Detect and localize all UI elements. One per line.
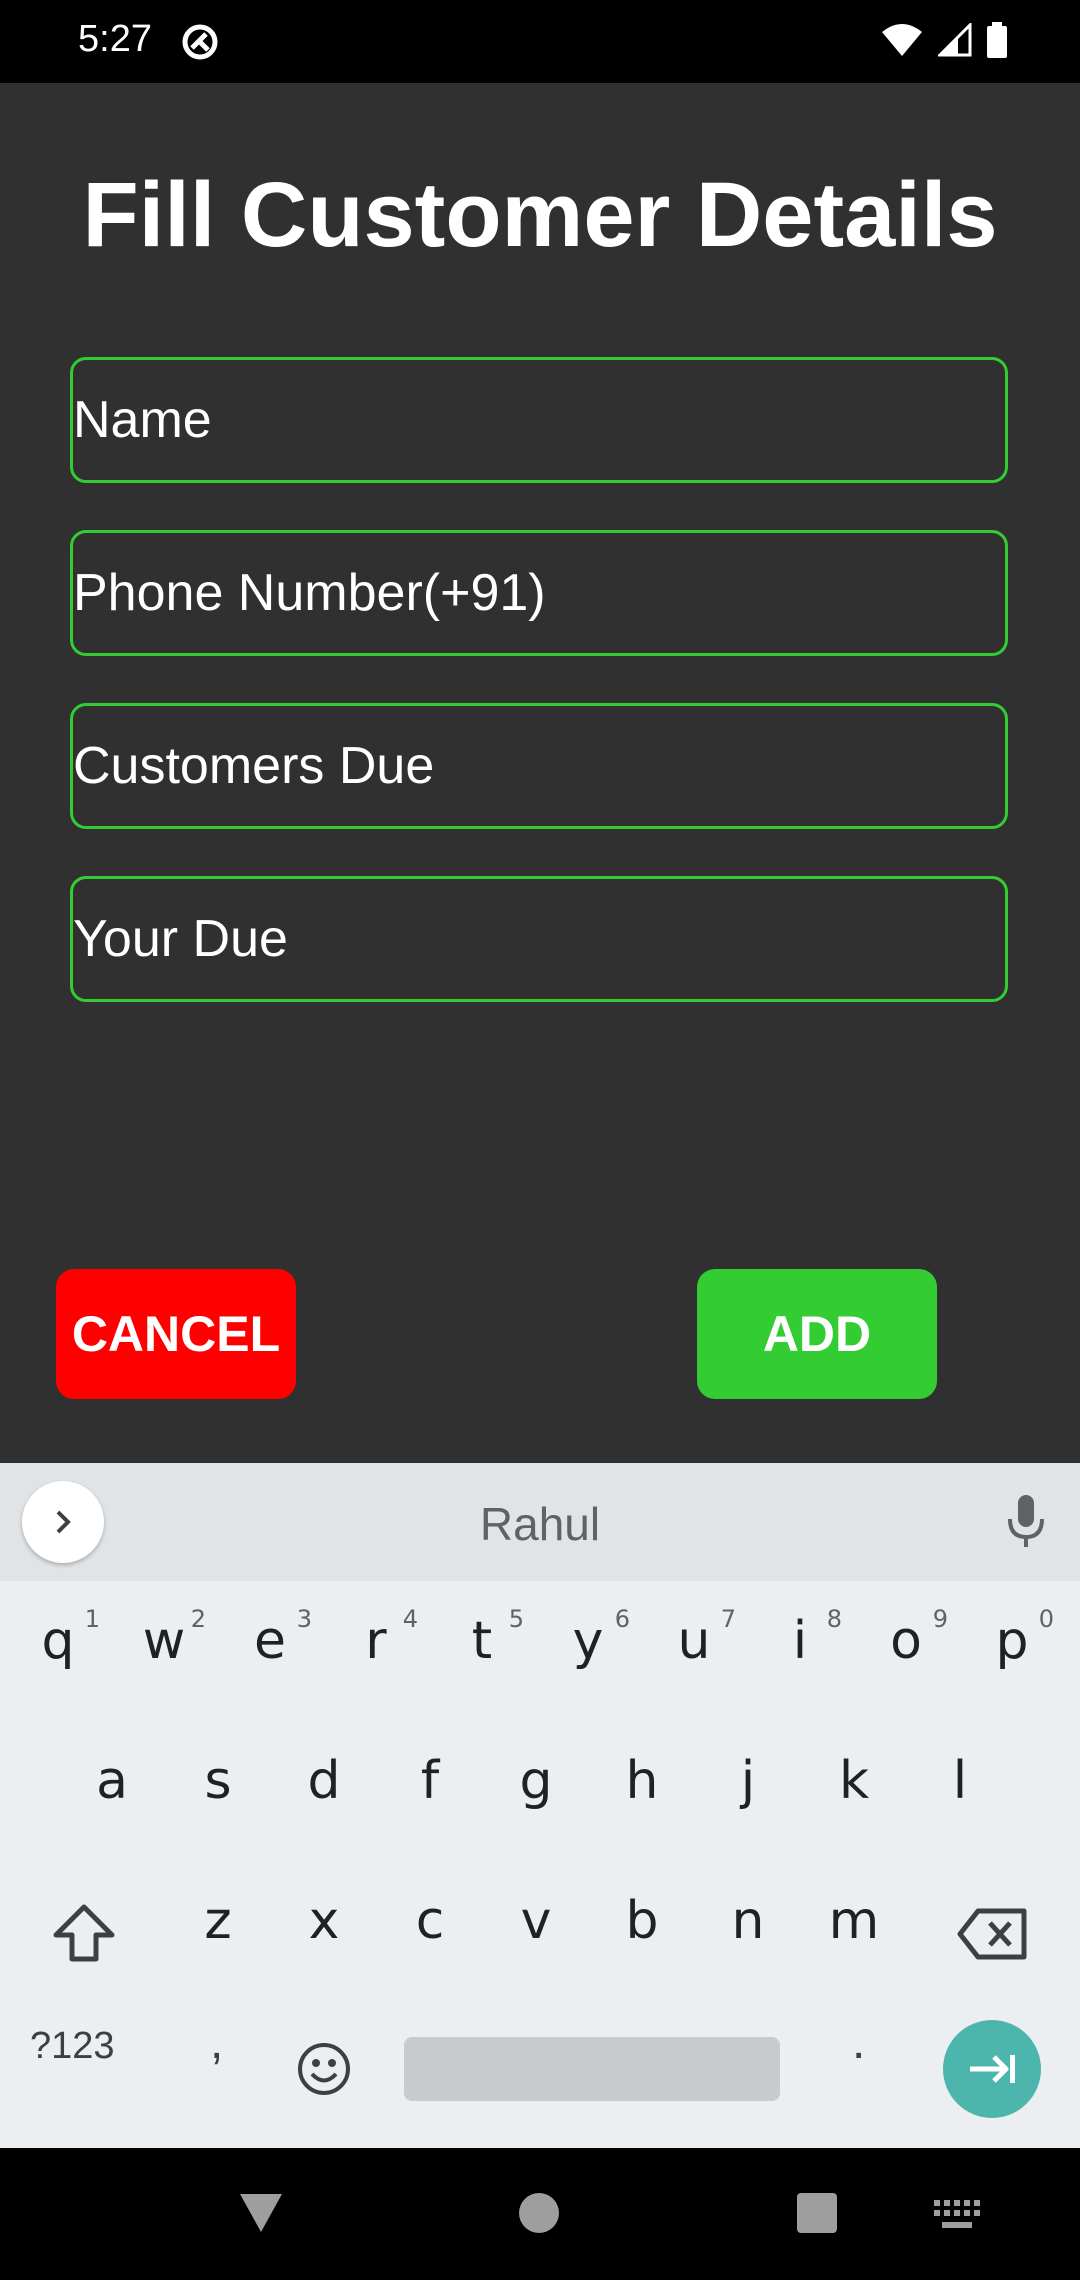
- key-s[interactable]: s: [168, 1721, 268, 1841]
- key-e[interactable]: e3: [220, 1581, 320, 1701]
- your-due-field[interactable]: Your Due: [70, 876, 1008, 1002]
- key-n[interactable]: n: [698, 1861, 798, 1981]
- enter-tab-icon: [970, 2055, 1015, 2083]
- key-b[interactable]: b: [592, 1861, 692, 1981]
- add-button[interactable]: ADD: [697, 1269, 937, 1399]
- word-suggestion[interactable]: Rahul: [0, 1497, 1080, 1551]
- app-notification-icon: [182, 24, 218, 60]
- page-title: Fill Customer Details: [82, 164, 998, 266]
- key-t[interactable]: t5: [432, 1581, 532, 1701]
- key-a[interactable]: a: [62, 1721, 162, 1841]
- key-i[interactable]: i8: [750, 1581, 850, 1701]
- soft-keyboard: Rahul q1 w2 e3 r4 t5 y6 u7 i8 o9 p0 a s …: [0, 1463, 1080, 2148]
- key-g[interactable]: g: [486, 1721, 586, 1841]
- cancel-button[interactable]: CANCEL: [56, 1269, 296, 1399]
- emoji-icon[interactable]: [296, 2041, 352, 2097]
- phone-number-field[interactable]: Phone Number(+91): [70, 530, 1008, 656]
- key-o[interactable]: o9: [856, 1581, 956, 1701]
- key-d[interactable]: d: [274, 1721, 374, 1841]
- key-r[interactable]: r4: [326, 1581, 426, 1701]
- space-bar[interactable]: [404, 2037, 780, 2101]
- shift-icon[interactable]: [52, 1903, 116, 1963]
- customer-form-screen: Fill Customer Details Name Phone Number(…: [0, 83, 1080, 1463]
- key-q[interactable]: q1: [8, 1581, 108, 1701]
- key-j[interactable]: j: [698, 1721, 798, 1841]
- phone-field-placeholder: Phone Number(+91): [73, 564, 546, 622]
- key-p[interactable]: p0: [962, 1581, 1062, 1701]
- key-w[interactable]: w2: [114, 1581, 214, 1701]
- symbols-key[interactable]: ?123: [30, 2025, 115, 2068]
- key-l[interactable]: l: [910, 1721, 1010, 1841]
- name-field[interactable]: Name: [70, 357, 1008, 483]
- comma-key[interactable]: ,: [210, 2015, 223, 2070]
- keyboard-switch-icon[interactable]: [934, 2200, 980, 2230]
- signal-icon: [938, 23, 972, 57]
- customers-due-placeholder: Customers Due: [73, 737, 435, 795]
- recents-icon[interactable]: [796, 2192, 838, 2234]
- battery-icon: [987, 22, 1007, 58]
- key-k[interactable]: k: [804, 1721, 904, 1841]
- period-key[interactable]: .: [852, 2015, 865, 2070]
- key-h[interactable]: h: [592, 1721, 692, 1841]
- key-z[interactable]: z: [168, 1861, 268, 1981]
- backspace-icon[interactable]: [956, 1907, 1028, 1961]
- key-u[interactable]: u7: [644, 1581, 744, 1701]
- name-field-placeholder: Name: [73, 391, 212, 449]
- mic-icon[interactable]: [1006, 1493, 1046, 1549]
- key-v[interactable]: v: [486, 1861, 586, 1981]
- key-x[interactable]: x: [274, 1861, 374, 1981]
- status-time: 5:27: [78, 18, 152, 60]
- enter-key[interactable]: [943, 2020, 1041, 2118]
- status-bar: 5:27: [0, 0, 1080, 83]
- suggestion-bar: Rahul: [0, 1463, 1080, 1581]
- navigation-bar: [0, 2148, 1080, 2280]
- customers-due-field[interactable]: Customers Due: [70, 703, 1008, 829]
- wifi-icon: [882, 24, 922, 56]
- key-c[interactable]: c: [380, 1861, 480, 1981]
- back-icon[interactable]: [236, 2190, 286, 2236]
- your-due-placeholder: Your Due: [73, 910, 288, 968]
- key-y[interactable]: y6: [538, 1581, 638, 1701]
- key-m[interactable]: m: [804, 1861, 904, 1981]
- key-f[interactable]: f: [380, 1721, 480, 1841]
- home-icon[interactable]: [518, 2192, 560, 2234]
